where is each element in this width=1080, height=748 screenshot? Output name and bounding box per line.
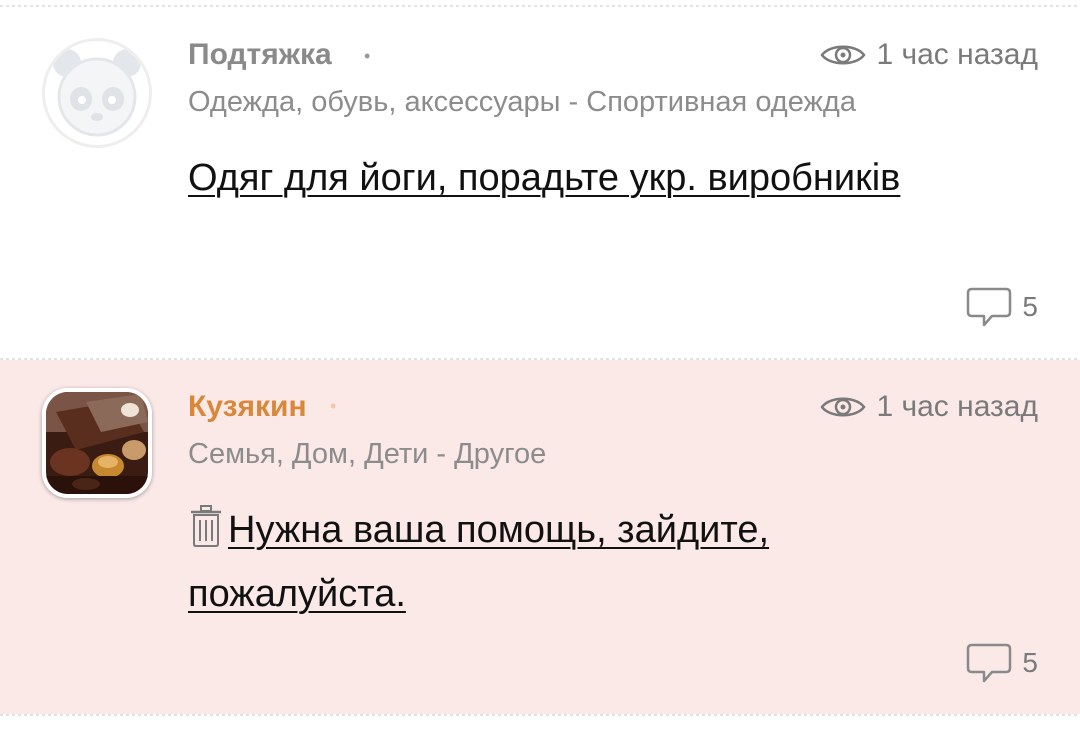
comments-count[interactable]: 5: [966, 286, 1038, 328]
comment-bubble-icon: [967, 287, 1012, 327]
post-meta: 1 час назад: [820, 38, 1038, 72]
comment-bubble-icon: [967, 643, 1012, 683]
post-card-highlighted[interactable]: Кузякин • 1 час назад Семья, Дом, Дети -…: [0, 360, 1080, 714]
post-category[interactable]: Одежда, обувь, аксессуары - Спортивная о…: [188, 86, 856, 119]
eye-icon: [820, 45, 867, 65]
post-divider: [0, 714, 1080, 716]
post-meta: 1 час назад: [820, 390, 1038, 424]
comments-count-value: 5: [1022, 647, 1038, 678]
author-name[interactable]: Подтяжка: [188, 38, 332, 72]
top-divider: [0, 5, 1080, 7]
post-title[interactable]: Одяг для йоги, порадьте укр. виробників: [188, 146, 908, 210]
comments-count[interactable]: 5: [966, 642, 1038, 684]
eye-icon: [820, 397, 867, 417]
post-title[interactable]: Нужна ваша помощь, зайдите, пожалуйста.: [188, 498, 908, 626]
comments-count-value: 5: [1022, 291, 1038, 322]
online-dot: •: [364, 46, 371, 66]
trash-icon: [191, 505, 221, 547]
post-title-link[interactable]: Нужна ваша помощь, зайдите, пожалуйста.: [188, 509, 769, 615]
author-name[interactable]: Кузякин: [188, 390, 307, 424]
chocolate-photo-avatar[interactable]: [42, 388, 152, 498]
post-title-link[interactable]: Одяг для йоги, порадьте укр. виробників: [188, 157, 900, 199]
panda-avatar-icon[interactable]: [42, 38, 152, 148]
post-time: 1 час назад: [876, 390, 1038, 423]
post-category[interactable]: Семья, Дом, Дети - Другое: [188, 438, 546, 471]
online-dot: •: [330, 396, 337, 416]
feed: Подтяжка • 1 час назад Одежда, обувь, ак…: [0, 0, 1080, 748]
post-card[interactable]: Подтяжка • 1 час назад Одежда, обувь, ак…: [0, 8, 1080, 358]
post-time: 1 час назад: [876, 38, 1038, 71]
